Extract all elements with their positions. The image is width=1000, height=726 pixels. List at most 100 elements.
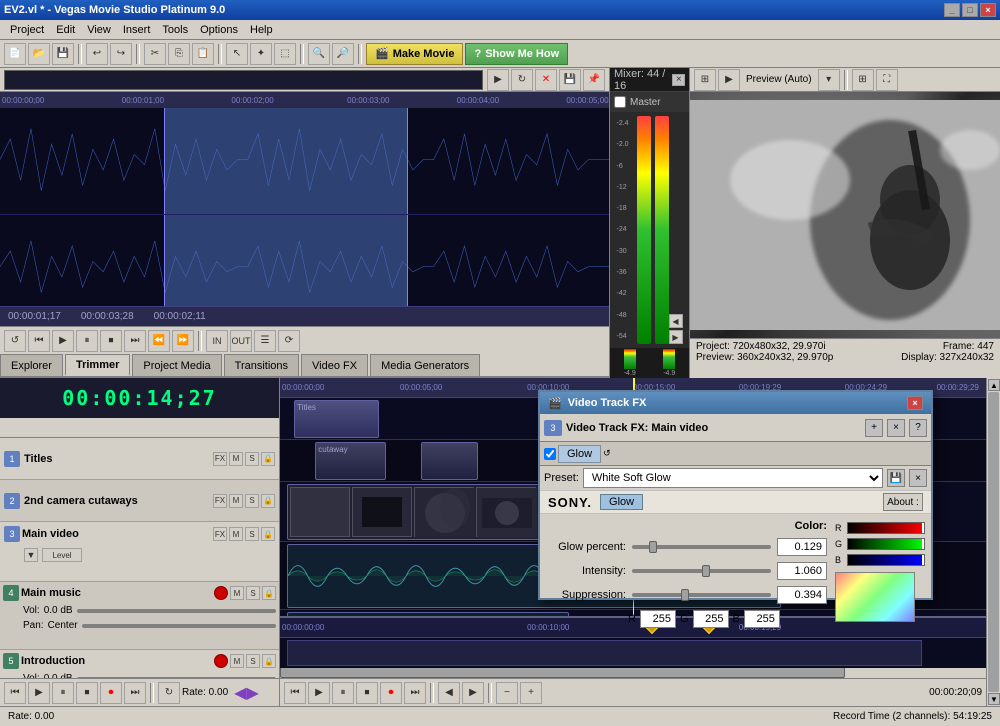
- trimmer-refresh-btn[interactable]: ↺: [4, 330, 26, 352]
- r-bar[interactable]: [847, 522, 925, 534]
- maximize-button[interactable]: □: [962, 3, 978, 17]
- video-clip-1[interactable]: Titles: [294, 400, 379, 438]
- mixer-btn2[interactable]: ▶: [669, 330, 683, 344]
- track3-expand-btn[interactable]: ▼: [24, 548, 38, 562]
- tab-project-media[interactable]: Project Media: [132, 354, 221, 376]
- preview-snap-btn[interactable]: ⊞: [852, 69, 874, 91]
- minimize-button[interactable]: _: [944, 3, 960, 17]
- track5-solo-btn[interactable]: S: [246, 654, 260, 668]
- redo-button[interactable]: ↪: [110, 43, 132, 65]
- tab-trimmer[interactable]: Trimmer: [65, 354, 130, 376]
- glow-percent-thumb[interactable]: [649, 541, 657, 553]
- preview-btn2[interactable]: ▶: [718, 69, 740, 91]
- mixer-btn1[interactable]: ◀: [669, 314, 683, 328]
- fx-nav-help-btn[interactable]: ?: [909, 419, 927, 437]
- trimmer-loop-btn2[interactable]: ⟳: [278, 330, 300, 352]
- glow-percent-slider[interactable]: [632, 545, 771, 549]
- color-gradient-picker[interactable]: [835, 572, 915, 622]
- suppression-thumb[interactable]: [681, 589, 689, 601]
- b-bar[interactable]: [847, 554, 925, 566]
- track3-lock-btn[interactable]: 🔒: [261, 527, 275, 541]
- trimmer-clear-btn[interactable]: ✕: [535, 69, 557, 91]
- fx-nav-add-btn[interactable]: +: [865, 419, 883, 437]
- glow-percent-value[interactable]: 0.129: [777, 538, 827, 556]
- menu-edit[interactable]: Edit: [50, 20, 81, 39]
- tab-media-generators[interactable]: Media Generators: [370, 354, 480, 376]
- tl-next-frame[interactable]: ▶: [462, 682, 484, 704]
- fx-nav-del-btn[interactable]: ×: [887, 419, 905, 437]
- track3-level-btn[interactable]: Level: [42, 548, 82, 562]
- track2-mute-btn[interactable]: M: [229, 494, 243, 508]
- trimmer-out-btn[interactable]: OUT: [230, 330, 252, 352]
- b-value[interactable]: 255: [744, 610, 780, 628]
- trimmer-file-input[interactable]: Classical 18 Bass, Cello & Viola 02.wav …: [4, 70, 483, 90]
- video-clip-2b[interactable]: [421, 442, 477, 480]
- trimmer-prev-btn[interactable]: ⏮: [28, 330, 50, 352]
- video-clip-2a[interactable]: cutaway: [315, 442, 386, 480]
- about-button[interactable]: About :: [883, 493, 923, 511]
- open-button[interactable]: 📂: [28, 43, 50, 65]
- menu-view[interactable]: View: [81, 20, 117, 39]
- trimmer-in-btn[interactable]: IN: [206, 330, 228, 352]
- mixer-fader-left[interactable]: [637, 116, 651, 344]
- scroll-down-btn[interactable]: ▼: [988, 693, 1000, 705]
- menu-tools[interactable]: Tools: [156, 20, 194, 39]
- preview-dropdown-btn[interactable]: ▾: [818, 69, 840, 91]
- transport-loop-btn[interactable]: ↻: [158, 682, 180, 704]
- new-button[interactable]: 📄: [4, 43, 26, 65]
- mixer-master-checkbox[interactable]: [614, 96, 626, 108]
- paste-button[interactable]: 📋: [192, 43, 214, 65]
- tl-back-btn[interactable]: ⏮: [284, 682, 306, 704]
- tl-zoom-out[interactable]: −: [496, 682, 518, 704]
- tab-explorer[interactable]: Explorer: [0, 354, 63, 376]
- track4-lock-btn[interactable]: 🔒: [262, 586, 276, 600]
- track4-record-btn[interactable]: [214, 586, 228, 600]
- trimmer-pause-btn[interactable]: ⏸: [76, 330, 98, 352]
- mixer-fader-right[interactable]: [655, 116, 669, 344]
- trimmer-loop-btn[interactable]: ↻: [511, 69, 533, 91]
- trimmer-play-btn[interactable]: ▶: [487, 69, 509, 91]
- tl-prev-frame[interactable]: ◀: [438, 682, 460, 704]
- trimmer-fwd-btn[interactable]: ⏩: [172, 330, 194, 352]
- copy-button[interactable]: ⎘: [168, 43, 190, 65]
- tl-play-btn[interactable]: ▶: [308, 682, 330, 704]
- preview-btn1[interactable]: ⊞: [694, 69, 716, 91]
- tl-pause-btn[interactable]: ⏸: [332, 682, 354, 704]
- g-value[interactable]: 255: [693, 610, 729, 628]
- track2-solo-btn[interactable]: S: [245, 494, 259, 508]
- menu-options[interactable]: Options: [194, 20, 244, 39]
- scrollbar-thumb[interactable]: [280, 667, 845, 678]
- menu-project[interactable]: Project: [4, 20, 50, 39]
- zoom-out-button[interactable]: 🔎: [332, 43, 354, 65]
- trimmer-next-btn[interactable]: ⏭: [124, 330, 146, 352]
- preview-full-btn[interactable]: ⛶: [876, 69, 898, 91]
- preset-select[interactable]: White Soft Glow: [583, 468, 883, 488]
- preset-save-btn[interactable]: 💾: [887, 469, 905, 487]
- track3-fx-btn[interactable]: FX: [213, 527, 227, 541]
- mixer-close-btn[interactable]: ×: [672, 74, 685, 86]
- envelope-tool[interactable]: ✦: [250, 43, 272, 65]
- trimmer-back-btn[interactable]: ⏪: [148, 330, 170, 352]
- r-value[interactable]: 255: [640, 610, 676, 628]
- intensity-slider[interactable]: [632, 569, 771, 573]
- track1-fx-btn[interactable]: FX: [213, 452, 227, 466]
- fx-enable-checkbox[interactable]: [544, 448, 556, 460]
- waveform-row-top[interactable]: [0, 108, 609, 214]
- vol-slider-4[interactable]: [77, 609, 276, 613]
- trimmer-snap-btn[interactable]: 📌: [583, 69, 605, 91]
- tab-transitions[interactable]: Transitions: [224, 354, 299, 376]
- suppression-value[interactable]: 0.394: [777, 586, 827, 604]
- track4-solo-btn[interactable]: S: [246, 586, 260, 600]
- track2-fx-btn[interactable]: FX: [213, 494, 227, 508]
- dialog-close-btn[interactable]: ×: [907, 396, 923, 410]
- transport-play-btn[interactable]: ▶: [28, 682, 50, 704]
- track2-lock-btn[interactable]: 🔒: [261, 494, 275, 508]
- trimmer-waveform[interactable]: 00:00:00;00 00:00:01;00 00:00:02;00 00:0…: [0, 92, 609, 306]
- intensity-value[interactable]: 1.060: [777, 562, 827, 580]
- track5-lock-btn[interactable]: 🔒: [262, 654, 276, 668]
- tl-fwd-btn[interactable]: ⏭: [404, 682, 426, 704]
- preset-del-btn[interactable]: ×: [909, 469, 927, 487]
- scroll-thumb[interactable]: [988, 392, 999, 692]
- transport-stop-btn[interactable]: ⏹: [76, 682, 98, 704]
- transport-record-btn[interactable]: ⏺: [100, 682, 122, 704]
